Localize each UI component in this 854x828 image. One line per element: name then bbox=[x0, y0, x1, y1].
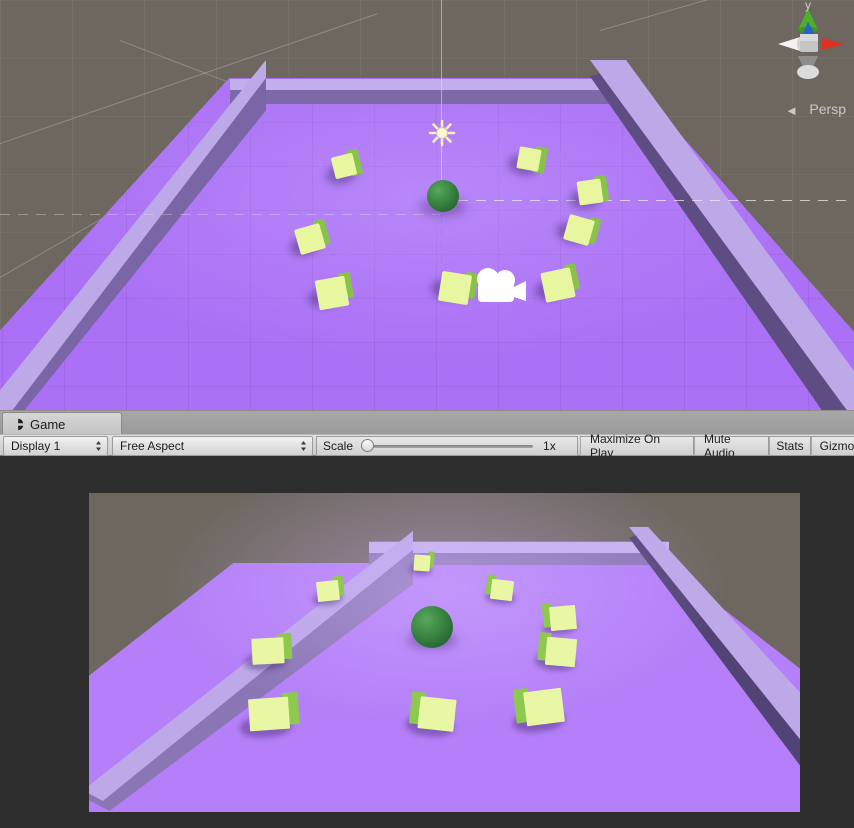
scene-axis-line-horizontal-left bbox=[0, 214, 440, 215]
cube-top-face bbox=[576, 178, 604, 206]
cube-top-face bbox=[544, 636, 578, 668]
light-connector-line bbox=[441, 0, 442, 190]
cube-top-face bbox=[247, 696, 291, 732]
axis-cone-gizmo-icon bbox=[778, 8, 844, 79]
chevron-updown-icon bbox=[301, 441, 306, 451]
cube-object[interactable] bbox=[568, 174, 610, 211]
maximize-on-play-button[interactable]: Maximize On Play bbox=[580, 432, 694, 460]
cube-object bbox=[312, 575, 345, 607]
cube-top-face bbox=[489, 578, 515, 602]
cube-object bbox=[244, 632, 293, 672]
cube-object bbox=[404, 691, 457, 739]
game-render-area[interactable] bbox=[89, 493, 800, 812]
aspect-ratio-dropdown[interactable]: Free Aspect bbox=[112, 436, 313, 456]
cube-top-face bbox=[549, 604, 577, 632]
scale-slider-track[interactable] bbox=[361, 445, 534, 448]
sphere-object bbox=[411, 606, 453, 648]
cube-object[interactable] bbox=[553, 213, 602, 248]
scene-axis-line-vertical bbox=[441, 200, 442, 405]
cube-top-face bbox=[316, 579, 340, 603]
sphere-object[interactable] bbox=[427, 180, 459, 212]
cube-top-face bbox=[437, 270, 473, 306]
cube-object bbox=[484, 574, 516, 606]
scale-value: 1x bbox=[543, 439, 556, 453]
scene-axis-line-horizontal bbox=[440, 200, 854, 201]
cube-top-face bbox=[251, 637, 285, 665]
cube-top-face bbox=[540, 267, 576, 303]
game-view-icon bbox=[11, 418, 24, 430]
cube-object bbox=[409, 551, 435, 576]
aspect-ratio-label: Free Aspect bbox=[120, 439, 185, 453]
cube-top-face bbox=[413, 554, 431, 572]
cube-object bbox=[534, 632, 578, 673]
tab-game[interactable]: Game bbox=[2, 412, 122, 435]
cube-object bbox=[541, 602, 578, 636]
game-view-panel[interactable] bbox=[0, 456, 854, 828]
scale-slider-knob[interactable] bbox=[361, 439, 375, 452]
game-arena-light bbox=[89, 493, 800, 812]
cube-top-face bbox=[523, 687, 565, 727]
cube-top-face bbox=[314, 275, 350, 311]
cube-object bbox=[239, 691, 300, 740]
game-view-toolbar: Display 1 Free Aspect Scale 1x Maximize … bbox=[0, 432, 854, 460]
movie-camera-icon bbox=[477, 268, 526, 302]
display-dropdown-label: Display 1 bbox=[11, 439, 61, 453]
axis-label-y: y bbox=[805, 0, 811, 12]
stats-button[interactable]: Stats bbox=[769, 436, 811, 456]
arena-wall-back-top bbox=[230, 79, 630, 90]
cube-object bbox=[511, 687, 566, 735]
scale-label: Scale bbox=[323, 439, 354, 453]
mute-audio-button[interactable]: Mute Audio bbox=[694, 432, 769, 460]
cube-top-face bbox=[516, 146, 542, 172]
cube-object[interactable] bbox=[506, 146, 549, 178]
cube-object[interactable] bbox=[323, 148, 364, 188]
stats-label: Stats bbox=[776, 439, 804, 453]
unity-editor-window: y ◄ Persp Game Display 1 Free Aspect Sca… bbox=[0, 0, 854, 828]
scale-control-group: Scale 1x bbox=[316, 436, 578, 456]
cube-object[interactable] bbox=[307, 271, 355, 311]
cube-top-face bbox=[417, 696, 457, 732]
chevron-updown-icon bbox=[96, 441, 101, 451]
cube-object[interactable] bbox=[429, 270, 479, 306]
perspective-toggle-arrow-icon[interactable]: ◄ bbox=[785, 103, 798, 118]
scale-slider[interactable] bbox=[361, 439, 534, 453]
cube-object[interactable] bbox=[533, 263, 581, 303]
sun-icon bbox=[428, 119, 456, 147]
gizmos-label: Gizmos bbox=[819, 439, 854, 453]
light-gizmo-icon[interactable] bbox=[428, 119, 456, 147]
camera-gizmo-icon[interactable] bbox=[470, 265, 534, 307]
gizmos-button[interactable]: Gizmos bbox=[811, 436, 854, 456]
display-dropdown[interactable]: Display 1 bbox=[3, 436, 108, 456]
scene-view[interactable]: y ◄ Persp bbox=[0, 0, 854, 410]
tab-game-label: Game bbox=[30, 416, 66, 432]
scene-arena bbox=[0, 0, 854, 410]
perspective-label[interactable]: Persp bbox=[809, 101, 846, 117]
